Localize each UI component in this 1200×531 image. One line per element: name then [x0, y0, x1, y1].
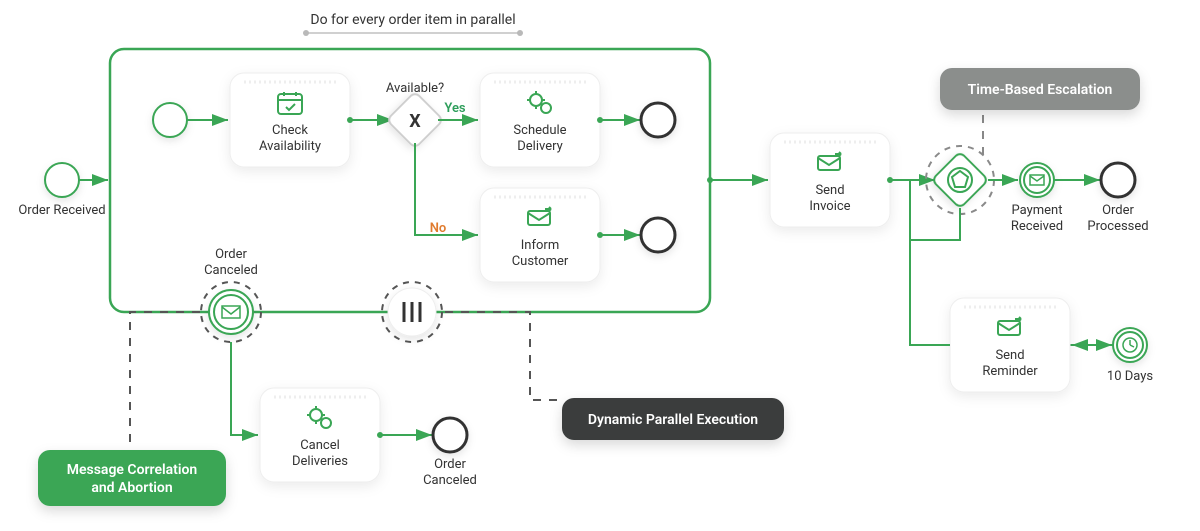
- start-event-order-received-label: Order Received: [18, 203, 105, 218]
- task-send-reminder[interactable]: SendReminder: [950, 298, 1070, 392]
- start-event-order-received[interactable]: [45, 163, 79, 197]
- event-timer-10-days-label: 10 Days: [1107, 369, 1153, 384]
- flow-boundary-to-cancel: [231, 342, 258, 435]
- task-schedule-delivery-label: ScheduleDelivery: [513, 123, 566, 154]
- annotation-connector-message: [130, 312, 200, 448]
- subprocess-start-event[interactable]: [153, 103, 187, 137]
- end-event-order-processed-label: OrderProcessed: [1087, 203, 1148, 234]
- inner-end-event-bottom[interactable]: [641, 218, 675, 252]
- end-event-order-processed[interactable]: [1101, 163, 1135, 197]
- gateway-no-label: No: [430, 221, 447, 236]
- callout-message-correlation: Message Correlationand Abortion: [38, 450, 226, 506]
- gateway-event-based[interactable]: [926, 146, 994, 214]
- gateway-available-label: Available?: [386, 81, 444, 96]
- event-timer-10-days[interactable]: [1113, 328, 1147, 362]
- svg-text:Dynamic Parallel Execution: Dynamic Parallel Execution: [588, 412, 758, 428]
- callout-dynamic-parallel: Dynamic Parallel Execution: [562, 398, 784, 440]
- bpmn-diagram: Do for every order item in parallel Orde…: [0, 0, 1200, 531]
- annotation-connector-parallel: [445, 312, 560, 400]
- task-send-invoice-label: SendInvoice: [809, 183, 850, 214]
- gateway-yes-label: Yes: [444, 101, 466, 116]
- task-cancel-deliveries[interactable]: CancelDeliveries: [260, 388, 380, 482]
- subprocess-title: Do for every order item in parallel: [310, 12, 515, 28]
- svg-text:X: X: [409, 111, 421, 132]
- end-event-order-canceled[interactable]: [433, 418, 467, 452]
- inner-end-event-top[interactable]: [641, 103, 675, 137]
- task-inform-customer[interactable]: InformCustomer: [480, 188, 600, 282]
- task-check-availability[interactable]: CheckAvailability: [230, 73, 350, 167]
- event-payment-received-label: PaymentReceived: [1011, 203, 1063, 234]
- callout-time-escalation: Time-Based Escalation: [940, 68, 1140, 110]
- svg-text:Time-Based Escalation: Time-Based Escalation: [968, 82, 1113, 98]
- end-event-order-canceled-label: OrderCanceled: [423, 457, 477, 488]
- event-payment-received[interactable]: [1020, 163, 1054, 197]
- task-schedule-delivery[interactable]: ScheduleDelivery: [480, 73, 600, 167]
- task-send-invoice[interactable]: SendInvoice: [770, 133, 890, 227]
